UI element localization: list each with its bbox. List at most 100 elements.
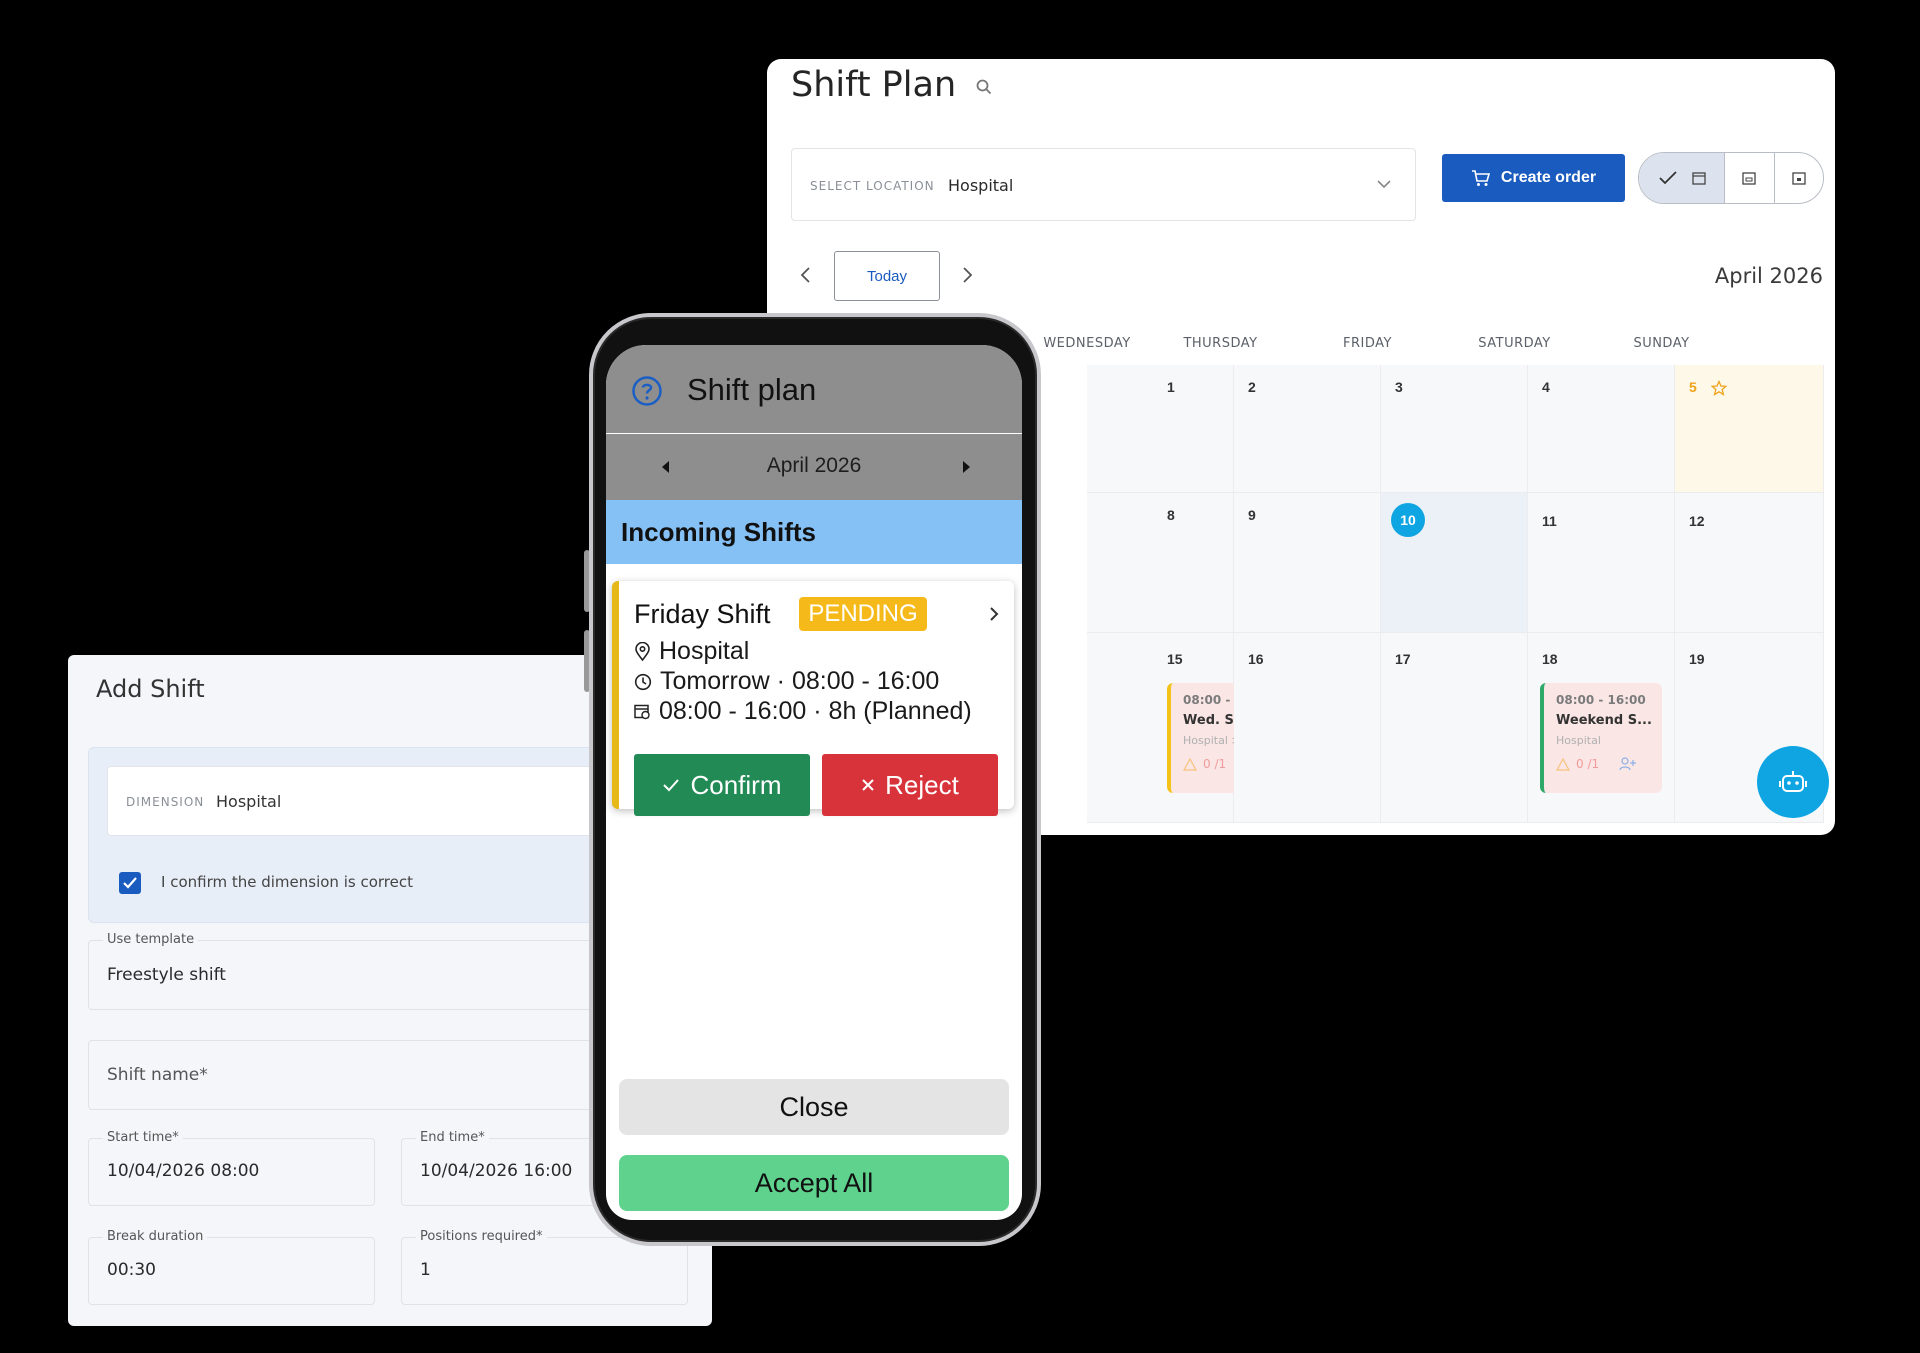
calendar-icon [1691,172,1706,185]
template-label: Use template [103,932,199,947]
reject-button[interactable]: Reject [822,754,998,816]
incoming-shifts-header: Incoming Shifts [606,500,1022,564]
break-duration-input[interactable]: Break duration 00:30 [88,1229,375,1305]
dimension-label: DIMENSION [126,795,205,809]
day-number: 19 [1689,651,1705,667]
location-select[interactable]: SELECT LOCATION Hospital [791,148,1416,221]
phone-header: Shift plan [606,345,1022,433]
event-name: Weekend S... [1556,713,1652,728]
view-day-button[interactable] [1773,153,1823,203]
warning-icon [1556,757,1570,771]
shift-location-row: Hospital [634,637,749,666]
calendar-cell[interactable]: 1 [1087,365,1234,493]
warning-icon [1183,757,1197,771]
weekday-header: FRIDAY [1343,335,1392,351]
event-time: 08:00 - 16:00 [1556,693,1646,707]
chevron-right-icon[interactable] [960,265,974,285]
event-count: 0 /1 [1203,757,1227,771]
check-icon [1658,171,1677,185]
break-duration-label: Break duration [103,1229,208,1244]
calendar-cell[interactable]: 11 [1528,493,1675,633]
calendar-cell-holiday[interactable]: 5 [1675,365,1824,493]
create-order-button[interactable]: Create order [1442,154,1625,202]
accept-all-button[interactable]: Accept All [619,1155,1009,1211]
shift-name-placeholder: Shift name* [107,1065,208,1085]
view-toggle-group [1638,152,1824,204]
help-icon[interactable] [631,375,663,407]
check-icon [663,779,680,792]
calendar-cell[interactable]: 4 [1528,365,1675,493]
close-icon [862,779,874,791]
clock-icon [634,673,652,690]
confirm-dimension-label: I confirm the dimension is correct [161,873,413,891]
status-badge: PENDING [799,597,927,631]
location-label: SELECT LOCATION [810,179,935,193]
shift-planned: 08:00 - 16:00 · 8h (Planned) [659,697,972,725]
search-icon[interactable] [975,78,993,96]
close-button[interactable]: Close [619,1079,1009,1135]
start-time-input[interactable]: Start time* 10/04/2026 08:00 [88,1130,375,1206]
create-order-label: Create order [1500,169,1597,186]
day-number: 3 [1395,379,1403,395]
shift-time-row: Tomorrow · 08:00 - 16:00 [634,667,939,696]
add-user-icon[interactable] [1619,757,1637,771]
triangle-left-icon[interactable] [660,460,672,474]
event-location: Hospital [1556,734,1601,747]
chevron-right-icon[interactable] [987,603,1001,625]
today-badge: 10 [1391,503,1425,537]
month-navigator: April 2026 [606,434,1022,500]
calendar-cell[interactable]: 2 [1234,365,1381,493]
day-number: 17 [1395,651,1411,667]
assistant-bot-button[interactable] [1757,746,1829,818]
day-number: 8 [1167,507,1175,523]
calendar-cell[interactable]: 15 08:00 - 16:00 Wed. Shift Hospital > S… [1087,633,1289,823]
triangle-right-icon[interactable] [960,460,972,474]
day-number: 2 [1248,379,1256,395]
day-number: 4 [1542,379,1550,395]
calendar-cell[interactable]: 8 [1087,493,1234,633]
calendar-cell[interactable]: 12 [1675,493,1824,633]
shift-event[interactable]: 08:00 - 16:00 Weekend S... Hospital 0 /1 [1540,683,1662,793]
calendar-icon [1742,172,1756,185]
positions-required-value: 1 [420,1260,431,1280]
confirm-button[interactable]: Confirm [634,754,810,816]
end-time-value: 10/04/2026 16:00 [420,1161,573,1181]
shift-planned-row: 08:00 - 16:00 · 8h (Planned) [634,697,972,726]
day-number: 15 [1167,651,1183,667]
confirm-dimension-checkbox[interactable] [119,872,141,894]
calendar-icon [1792,172,1806,185]
shift-location: Hospital [659,637,750,665]
weekday-header: THURSDAY [1183,335,1258,351]
today-button[interactable]: Today [834,251,940,301]
shift-card-title: Friday Shift [634,599,771,629]
day-number: 9 [1248,507,1256,523]
template-value: Freestyle shift [107,965,226,985]
day-number: 16 [1248,651,1264,667]
incoming-shifts-label: Incoming Shifts [621,517,816,547]
positions-required-label: Positions required* [416,1229,547,1244]
robot-icon [1779,771,1807,792]
month-label: April 2026 [1714,264,1823,288]
calendar-cell[interactable]: 16 [1234,633,1381,823]
event-footer: 0 /1 [1556,757,1650,771]
end-time-label: End time* [416,1130,489,1145]
view-month-button[interactable] [1724,153,1773,203]
start-time-label: Start time* [103,1130,183,1145]
shift-card[interactable]: Friday Shift PENDING Hospital Tomorrow ·… [612,581,1014,816]
day-number: 11 [1542,513,1557,529]
view-week-button[interactable] [1639,153,1725,203]
page-title: Shift Plan [791,65,957,105]
day-number: 5 [1689,379,1697,395]
calendar-cell[interactable]: 9 [1234,493,1381,633]
day-number: 1 [1167,379,1175,395]
calendar-cell[interactable]: 3 [1381,365,1528,493]
calendar-cell[interactable]: 17 [1381,633,1528,823]
positions-required-input[interactable]: Positions required* 1 [401,1229,688,1305]
calendar-cell-today[interactable]: 10 [1381,493,1528,633]
cart-icon [1471,170,1490,186]
calendar-cell[interactable]: 18 08:00 - 16:00 Weekend S... Hospital 0… [1528,633,1675,823]
check-icon [123,877,137,889]
chevron-down-icon [1377,180,1391,189]
location-pin-icon [635,641,650,661]
chevron-left-icon[interactable] [799,265,813,285]
